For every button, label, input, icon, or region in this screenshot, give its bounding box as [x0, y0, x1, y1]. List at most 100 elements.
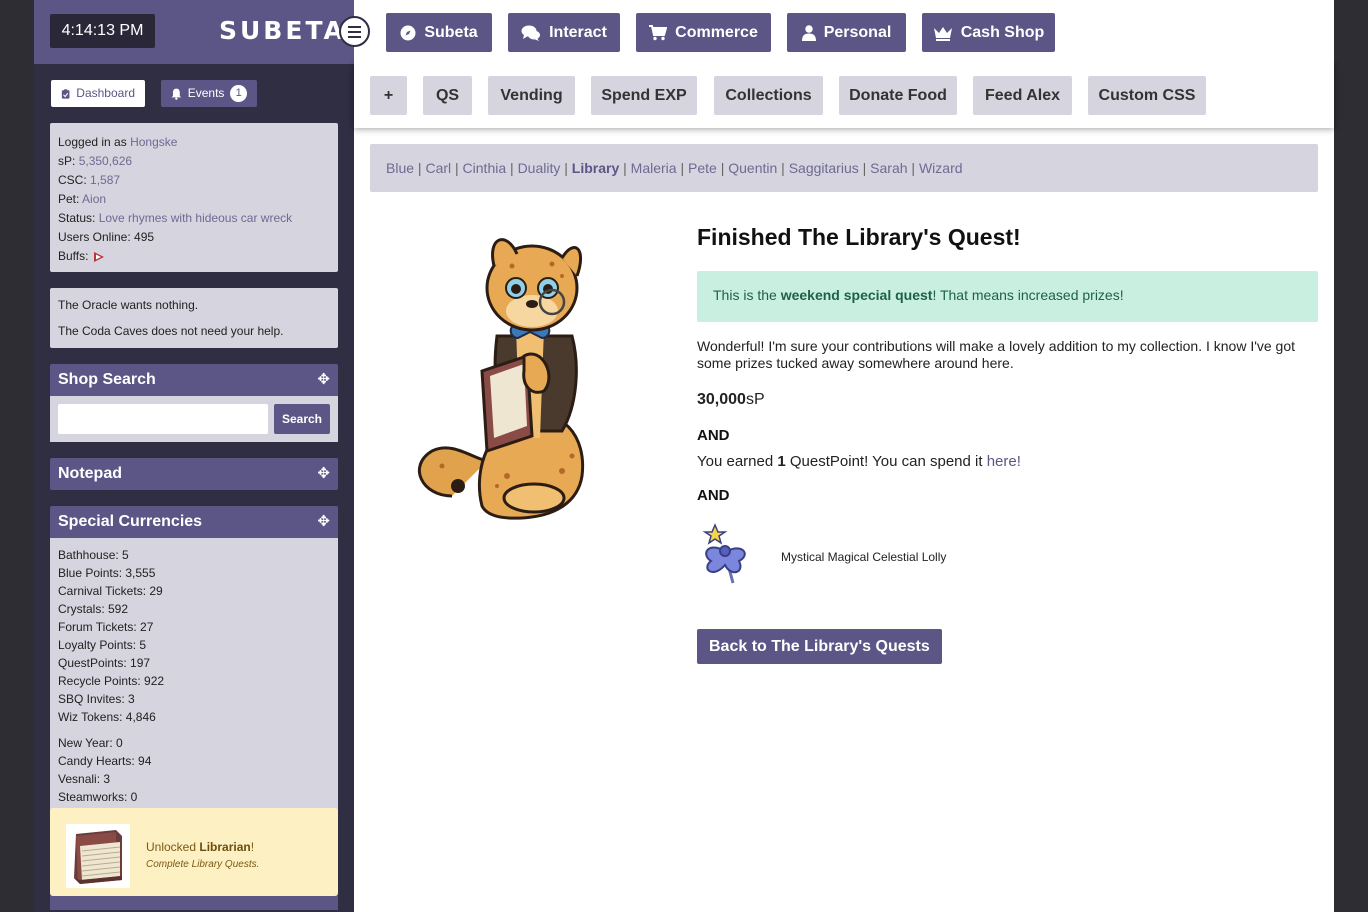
- quest-giver-link[interactable]: Carl: [425, 160, 451, 176]
- events-count-badge: 1: [230, 85, 247, 102]
- status-label: Status:: [58, 211, 96, 225]
- toast-description: Complete Library Quests.: [146, 859, 260, 870]
- book-icon: [66, 824, 130, 888]
- currency-item: Recycle Points: 922: [58, 674, 165, 688]
- quest-giver-link[interactable]: Saggitarius: [789, 160, 859, 176]
- quest-giver-link[interactable]: Cinthia: [463, 160, 507, 176]
- chat-bubbles-icon: [521, 25, 541, 41]
- oracle-panel: The Oracle wants nothing. The Coda Caves…: [50, 288, 338, 348]
- subnav-donate-food[interactable]: Donate Food: [839, 76, 957, 115]
- quest-giver-link[interactable]: Duality: [518, 160, 561, 176]
- nav-label: Subeta: [424, 23, 478, 41]
- quest-giver-link[interactable]: Sarah: [870, 160, 907, 176]
- achievement-toast[interactable]: Unlocked Librarian! Complete Library Que…: [50, 808, 338, 896]
- shop-search-button[interactable]: Search: [274, 404, 330, 434]
- qp-prefix: You earned: [697, 453, 774, 470]
- csc-label: CSC:: [58, 173, 87, 187]
- clipboard-icon: [61, 88, 70, 99]
- toast-title: Unlocked Librarian!: [146, 840, 254, 854]
- shop-search-header: Shop Search ✥: [50, 364, 338, 396]
- quest-giver-link[interactable]: Quentin: [728, 160, 777, 176]
- and-separator: AND: [697, 427, 730, 444]
- currency-item: Crystals: 592: [58, 602, 129, 616]
- subnav-feed-alex[interactable]: Feed Alex: [973, 76, 1072, 115]
- users-online: Users Online: 495: [58, 230, 155, 244]
- dashboard-tab[interactable]: Dashboard: [51, 80, 145, 107]
- subnav-spend-exp[interactable]: Spend EXP: [591, 76, 697, 115]
- quest-giver-link[interactable]: Blue: [386, 160, 414, 176]
- sp-amount: 30,000: [697, 391, 746, 408]
- notepad-widget: Notepad ✥: [50, 458, 338, 490]
- sidebar-header: 4:14:13 PM SUBETA: [34, 0, 354, 64]
- special-bold: weekend special quest: [780, 287, 933, 303]
- subnav-qs[interactable]: QS: [423, 76, 472, 115]
- move-icon[interactable]: ✥: [317, 506, 330, 538]
- bell-icon: [171, 88, 182, 100]
- shop-search-input[interactable]: [58, 404, 268, 434]
- subnav-custom-css[interactable]: Custom CSS: [1088, 76, 1206, 115]
- npc-dialog: Wonderful! I'm sure your contributions w…: [697, 338, 1296, 371]
- achievement-name: Librarian: [199, 840, 251, 854]
- quest-title: Finished The Library's Quest!: [697, 224, 1021, 250]
- currency-item: Vesnali: 3: [58, 772, 111, 786]
- nav-personal[interactable]: Personal: [787, 13, 906, 52]
- notepad-header[interactable]: Notepad ✥: [50, 458, 338, 490]
- currency-item: New Year: 0: [58, 736, 123, 750]
- item-reward: Mystical Magical Celestial Lolly: [697, 521, 1318, 587]
- nav-label: Cash Shop: [960, 23, 1045, 41]
- top-nav: Subeta Interact Commerce Personal Cash S…: [354, 0, 1334, 64]
- special-currencies-widget: Special Currencies ✥ Bathhouse: 5 Blue P…: [50, 506, 338, 838]
- currency-item: Loyalty Points: 5: [58, 638, 147, 652]
- pet-link[interactable]: Aion: [82, 192, 106, 206]
- csc-value: 1,587: [90, 173, 121, 187]
- dashboard-tab-label: Dashboard: [76, 86, 135, 100]
- events-tab-label: Events: [187, 86, 225, 100]
- currency-item: Steamworks: 0: [58, 790, 138, 804]
- username-link[interactable]: Hongske: [130, 135, 177, 149]
- quest-giver-link[interactable]: Wizard: [919, 160, 963, 176]
- quest-giver-nav: Blue | Carl | Cinthia | Duality | Librar…: [370, 144, 1318, 192]
- special-suffix: ! That means increased prizes!: [932, 287, 1124, 303]
- currency-item: SBQ Invites: 3: [58, 692, 135, 706]
- nav-subeta[interactable]: Subeta: [386, 13, 492, 52]
- lolly-icon[interactable]: [697, 521, 757, 587]
- currencies-title: Special Currencies: [58, 513, 203, 530]
- move-icon[interactable]: ✥: [317, 364, 330, 396]
- spend-questpoints-link[interactable]: here!: [987, 453, 1021, 470]
- subnav-add-button[interactable]: +: [370, 76, 407, 115]
- qp-suffix: QuestPoint! You can spend it: [789, 453, 983, 470]
- sub-nav: + QS Vending Spend EXP Collections Donat…: [354, 64, 1334, 128]
- nav-interact[interactable]: Interact: [508, 13, 620, 52]
- site-logo[interactable]: SUBETA: [219, 16, 346, 45]
- currencies-header: Special Currencies ✥: [50, 506, 338, 538]
- currency-item: QuestPoints: 197: [58, 656, 151, 670]
- currency-item: Candy Hearts: 94: [58, 754, 152, 768]
- compass-icon: [400, 25, 416, 40]
- librarian-npc-image: [418, 238, 585, 520]
- status-value: Love rhymes with hideous car wreck: [98, 211, 293, 225]
- events-tab[interactable]: Events 1: [161, 80, 257, 107]
- subnav-collections[interactable]: Collections: [714, 76, 823, 115]
- user-icon: [801, 24, 816, 41]
- special-prefix: This is the: [713, 287, 777, 303]
- nav-label: Commerce: [675, 23, 758, 41]
- quest-giver-link[interactable]: Pete: [688, 160, 717, 176]
- move-icon[interactable]: ✥: [317, 458, 330, 490]
- qp-count: 1: [777, 453, 786, 470]
- subnav-vending[interactable]: Vending: [488, 76, 575, 115]
- menu-toggle-button[interactable]: [339, 16, 370, 47]
- currency-item: Forum Tickets: 27: [58, 620, 154, 634]
- quest-giver-link[interactable]: Maleria: [631, 160, 677, 176]
- buff-icon[interactable]: [92, 250, 106, 264]
- nav-commerce[interactable]: Commerce: [636, 13, 771, 52]
- currency-item: Bathhouse: 5: [58, 548, 129, 562]
- crown-icon: [933, 26, 952, 41]
- quest-result: Finished The Library's Quest! This is th…: [697, 224, 1318, 664]
- toast-suffix: !: [250, 840, 255, 854]
- nav-cash-shop[interactable]: Cash Shop: [922, 13, 1055, 52]
- nav-label: Personal: [823, 23, 892, 41]
- coda-caves-status: The Coda Caves does not need your help.: [58, 324, 284, 338]
- quest-giver-link-active[interactable]: Library: [572, 160, 619, 176]
- nav-label: Interact: [549, 23, 607, 41]
- back-to-quests-button[interactable]: Back to The Library's Quests: [697, 629, 942, 664]
